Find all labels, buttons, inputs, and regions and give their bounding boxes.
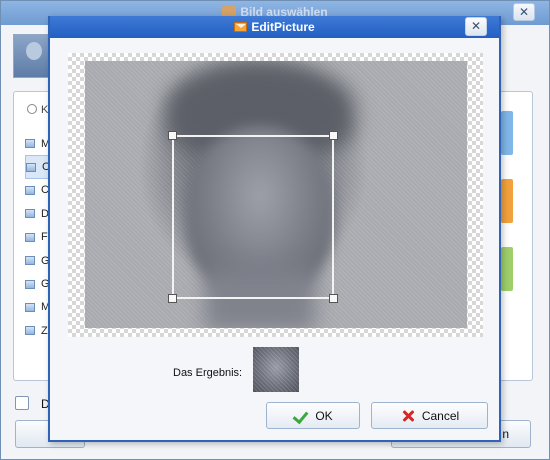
folder-icon bbox=[25, 139, 35, 149]
folder-icon bbox=[25, 185, 35, 195]
crop-selection[interactable] bbox=[168, 131, 338, 303]
background-close-button[interactable]: ✕ bbox=[513, 3, 535, 21]
edit-picture-dialog: EditPicture ✕ Das Ergebnis: OK Cancel bbox=[48, 16, 501, 442]
check-icon bbox=[293, 408, 309, 424]
cancel-button[interactable]: Cancel bbox=[371, 402, 488, 429]
image-canvas bbox=[68, 53, 483, 337]
crop-handle-top-left[interactable] bbox=[168, 131, 177, 140]
crop-handle-bottom-right[interactable] bbox=[329, 294, 338, 303]
no-entry-icon bbox=[27, 104, 37, 114]
ok-button[interactable]: OK bbox=[266, 402, 360, 429]
background-button-label: n bbox=[502, 427, 509, 441]
dialog-titlebar: EditPicture ✕ bbox=[50, 16, 499, 38]
folder-icon bbox=[25, 279, 35, 289]
folder-icon bbox=[26, 162, 36, 172]
folder-icon bbox=[25, 209, 35, 219]
background-checkbox[interactable] bbox=[15, 396, 29, 410]
folder-icon bbox=[25, 256, 35, 266]
ok-button-label: OK bbox=[315, 408, 333, 423]
mail-icon bbox=[234, 22, 248, 32]
crop-handle-bottom-left[interactable] bbox=[168, 294, 177, 303]
photo bbox=[85, 61, 467, 328]
dialog-close-button[interactable]: ✕ bbox=[465, 17, 487, 36]
dialog-title-text: EditPicture bbox=[251, 20, 315, 34]
cancel-button-label: Cancel bbox=[421, 408, 460, 423]
result-thumbnail bbox=[253, 347, 299, 392]
list-header: K bbox=[27, 104, 48, 116]
result-label: Das Ergebnis: bbox=[173, 367, 243, 379]
side-avatar bbox=[501, 111, 513, 155]
dialog-title: EditPicture bbox=[50, 20, 499, 34]
folder-icon bbox=[25, 232, 35, 242]
close-icon bbox=[400, 408, 416, 424]
side-avatar bbox=[501, 247, 513, 291]
folder-icon bbox=[25, 326, 35, 336]
side-avatar bbox=[501, 179, 513, 223]
folder-icon bbox=[25, 302, 35, 312]
crop-handle-top-right[interactable] bbox=[329, 131, 338, 140]
